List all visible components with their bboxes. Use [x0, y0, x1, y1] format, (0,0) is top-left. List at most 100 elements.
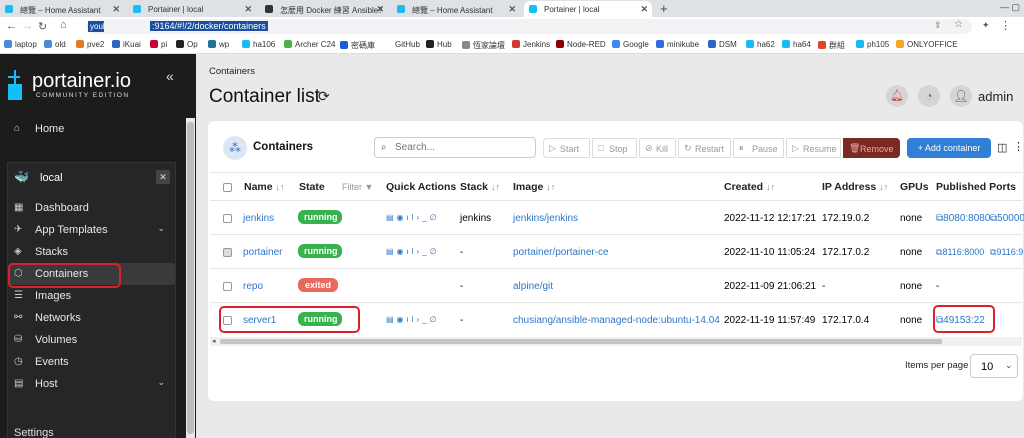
image-link[interactable]: alpine/git	[513, 281, 553, 292]
close-icon[interactable]: ✕	[112, 4, 120, 15]
close-environment-icon[interactable]: ✕	[156, 170, 170, 184]
bookmark-item[interactable]: 密碼庫	[340, 40, 375, 51]
scrollbar-thumb[interactable]	[187, 122, 194, 434]
sidebar-item-events[interactable]: ◷ Events	[8, 351, 175, 373]
col-name[interactable]: Name ↓↑	[244, 181, 285, 193]
kill-button[interactable]: ⊘ Kill	[639, 138, 676, 158]
items-per-page-select[interactable]: 10 ⌄	[970, 354, 1018, 378]
bookmark-item[interactable]: ONLYOFFICE	[896, 40, 958, 49]
close-icon[interactable]: ✕	[508, 4, 516, 15]
browser-tab[interactable]: Portainer | local ✕	[128, 1, 256, 17]
bookmark-item[interactable]: Archer C24	[284, 40, 335, 49]
refresh-icon[interactable]: ⟳	[318, 88, 330, 105]
window-controls[interactable]: — ▢	[1000, 2, 1020, 13]
col-created[interactable]: Created ↓↑	[724, 181, 775, 193]
bookmark-item[interactable]: wp	[208, 40, 229, 49]
remove-button[interactable]: 🗑︎ Remove	[843, 138, 900, 158]
extensions-icon[interactable]: ✦	[982, 20, 990, 31]
select-all-checkbox[interactable]	[223, 183, 232, 192]
collapse-sidebar-icon[interactable]: «	[166, 68, 174, 84]
scroll-left-icon[interactable]: ◂	[212, 337, 216, 345]
bookmark-item[interactable]: Jenkins	[512, 40, 550, 49]
bookmark-item[interactable]: pi	[150, 40, 167, 49]
col-state[interactable]: State	[299, 181, 325, 193]
bookmark-item[interactable]: ha106	[242, 40, 275, 49]
bookmark-item[interactable]: minikube	[656, 40, 699, 49]
sidebar-item-networks[interactable]: ⚯ Networks	[8, 307, 175, 329]
table-horizontal-scrollbar[interactable]: ◂	[210, 337, 1022, 346]
username[interactable]: admin	[978, 89, 1013, 104]
reload-icon[interactable]: ↻	[38, 20, 47, 33]
col-image[interactable]: Image ↓↑	[513, 181, 555, 193]
bookmark-item[interactable]: Node-RED	[556, 40, 606, 49]
bookmark-item[interactable]: old	[44, 40, 66, 49]
bookmark-star-icon[interactable]: ☆	[954, 19, 963, 30]
sidebar-item-dashboard[interactable]: ▦ Dashboard	[8, 197, 175, 219]
quick-actions-icons[interactable]: ▤◉ıl›_∅	[386, 213, 440, 222]
sidebar-item-app-templates[interactable]: ✈ App Templates ⌄	[8, 219, 175, 241]
bookmark-item[interactable]: Op	[176, 40, 198, 49]
notification-bell-icon[interactable]: 🔔︎	[886, 85, 908, 107]
sidebar-item-stacks[interactable]: ◈ Stacks	[8, 241, 175, 263]
sidebar-scrollbar[interactable]	[186, 118, 195, 438]
container-name-link[interactable]: jenkins	[243, 213, 274, 224]
bookmark-item[interactable]: Google	[612, 40, 649, 49]
bookmark-item[interactable]: iKuai	[112, 40, 141, 49]
user-avatar-icon[interactable]: 👤︎	[950, 85, 972, 107]
resume-button[interactable]: ▷ Resume	[786, 138, 841, 158]
bookmark-item[interactable]: ha62	[746, 40, 775, 49]
bookmark-item[interactable]: pve2	[76, 40, 104, 49]
restart-button[interactable]: ↻ Restart	[678, 138, 731, 158]
menu-icon[interactable]: ⋮	[1000, 19, 1011, 32]
bookmark-item[interactable]: GitHub	[384, 40, 420, 49]
port-link[interactable]: ⧉8080:8080	[936, 213, 990, 224]
columns-icon[interactable]: ◫	[997, 141, 1007, 154]
start-button[interactable]: ▷ Start	[543, 138, 590, 158]
state-filter[interactable]: Filter ▼	[342, 182, 373, 192]
home-icon[interactable]: ⌂	[60, 19, 67, 31]
close-icon[interactable]: ✕	[640, 4, 648, 15]
col-stack[interactable]: Stack ↓↑	[460, 181, 500, 193]
image-link[interactable]: jenkins/jenkins	[513, 213, 578, 224]
bookmark-item[interactable]: laptop	[4, 40, 37, 49]
bookmark-item[interactable]: 群組	[818, 40, 845, 51]
bookmark-item[interactable]: ph105	[856, 40, 889, 49]
forward-icon[interactable]: →	[22, 20, 33, 32]
sidebar-item-images[interactable]: ☰ Images	[8, 285, 175, 307]
image-link[interactable]: portainer/portainer-ce	[513, 247, 609, 258]
close-icon[interactable]: ✕	[376, 4, 384, 15]
port-link[interactable]: ⧉9116:9	[990, 247, 1023, 258]
sidebar-item-home[interactable]: ⌂ Home	[8, 118, 175, 140]
bookmark-item[interactable]: ha64	[782, 40, 811, 49]
bookmark-item[interactable]: DSM	[708, 40, 737, 49]
row-checkbox[interactable]	[223, 248, 232, 257]
close-icon[interactable]: ✕	[244, 4, 252, 15]
search-field[interactable]	[395, 140, 531, 155]
col-ip[interactable]: IP Address ↓↑	[822, 181, 888, 193]
sidebar-item-volumes[interactable]: ⛁ Volumes	[8, 329, 175, 351]
browser-tab[interactable]: 怎麼用 Docker 練習 Ansible？ ✕	[260, 1, 388, 17]
row-checkbox[interactable]	[223, 282, 232, 291]
share-icon[interactable]: ⇪	[934, 20, 942, 31]
row-checkbox[interactable]	[223, 214, 232, 223]
browser-tab[interactable]: 總覽 – Home Assistant ✕	[0, 1, 124, 17]
quick-actions-icons[interactable]: ▤◉ıl›_∅	[386, 315, 440, 324]
bookmark-item[interactable]: 恆家論壇	[462, 40, 505, 51]
port-link[interactable]: ⧉8116:8000	[936, 247, 984, 258]
add-container-button[interactable]: + Add container	[907, 138, 991, 158]
sidebar-item-host[interactable]: ▤ Host ⌄	[8, 373, 175, 395]
quick-actions-icons[interactable]: ▤◉ıl›_∅	[386, 247, 440, 256]
image-link[interactable]: chusiang/ansible-managed-node:ubuntu-14.…	[513, 315, 720, 326]
new-tab-icon[interactable]: +	[660, 1, 668, 16]
container-name-link[interactable]: repo	[243, 281, 263, 292]
stop-button[interactable]: □ Stop	[592, 138, 637, 158]
browser-tab[interactable]: 總覽 – Home Assistant ✕	[392, 1, 520, 17]
browser-tab-active[interactable]: Portainer | local ✕	[524, 1, 652, 17]
more-icon[interactable]: ⋮	[1013, 140, 1024, 153]
search-input[interactable]: ⌕	[374, 137, 536, 158]
container-name-link[interactable]: portainer	[243, 247, 282, 258]
help-icon[interactable]: ◔	[918, 85, 940, 107]
pause-button[interactable]: ⏸︎ Pause	[733, 138, 784, 158]
scrollbar-thumb[interactable]	[220, 339, 942, 344]
bookmark-item[interactable]: Hub	[426, 40, 452, 49]
